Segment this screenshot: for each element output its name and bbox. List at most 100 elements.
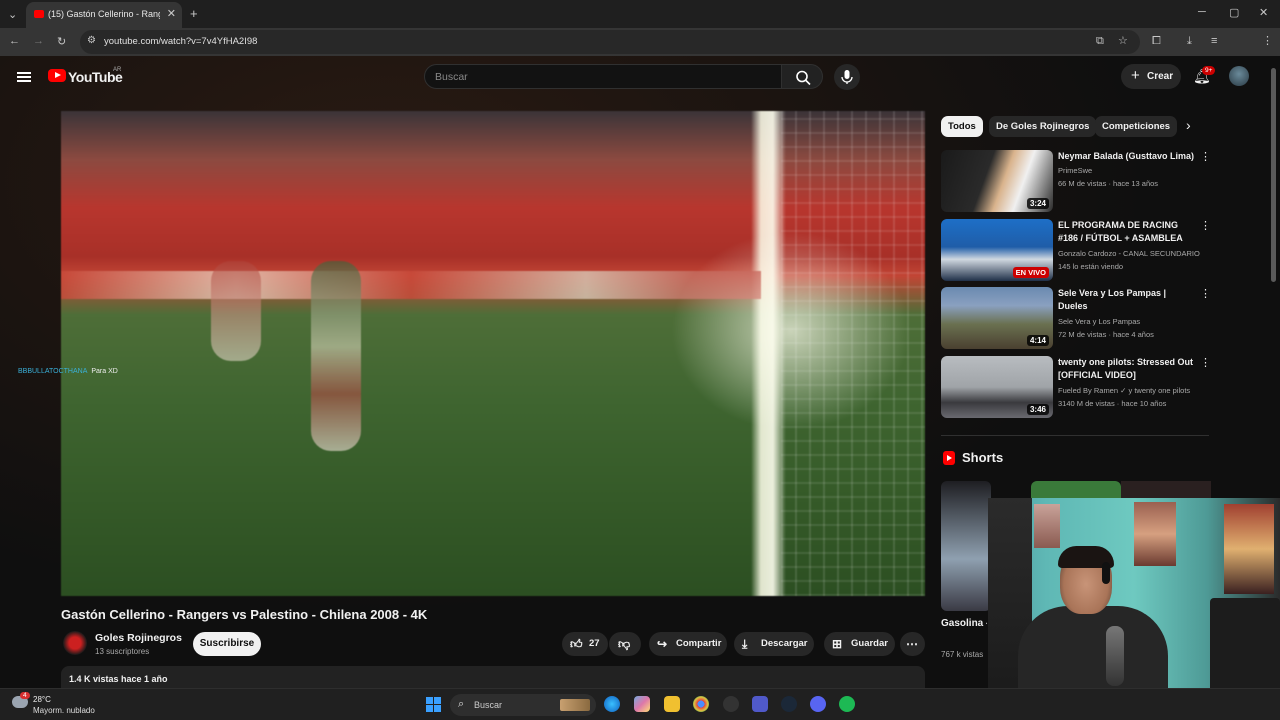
weather-condition[interactable]: Mayorm. nublado [33, 706, 95, 715]
search-icon: ⌕ [458, 698, 465, 710]
shorts-heading: Shorts [962, 450, 1004, 465]
views-and-date: 1.4 K vistas hace 1 año [69, 674, 168, 684]
youtube-logo-icon[interactable] [48, 69, 66, 82]
video-thumbnail[interactable]: 3:24 [941, 150, 1053, 212]
video-duration: 3:46 [1026, 404, 1049, 415]
windows-start-icon[interactable] [426, 697, 441, 712]
steam-icon[interactable] [781, 696, 797, 712]
bookmark-star-icon[interactable]: ☆ [1118, 34, 1128, 47]
copilot-icon[interactable] [634, 696, 650, 712]
player-figure [311, 261, 361, 451]
url-bar[interactable]: ⚙ youtube.com/watch?v=7v4YfHA2I98 ⧉ ☆ [80, 30, 1140, 54]
create-button[interactable]: + Crear [1121, 64, 1181, 89]
video-thumbnail[interactable]: EN VIVO [941, 219, 1053, 281]
create-label: Crear [1147, 71, 1174, 82]
extensions-icon[interactable]: ⧠ [1152, 35, 1161, 48]
video-thumbnail[interactable]: 3:46 [941, 356, 1053, 418]
short-title[interactable]: Gasolina - Dance Sta [941, 617, 987, 631]
close-tab-icon[interactable]: ✕ [167, 7, 176, 20]
new-tab-icon[interactable]: + [190, 6, 198, 21]
goal-net [781, 111, 925, 596]
recommendation-item[interactable]: 3:24 Neymar Balada (Gusttavo Lima) Prime… [941, 150, 1216, 212]
wall-poster [1134, 502, 1176, 566]
save-button[interactable]: ⊞ Guardar [824, 632, 895, 656]
weather-temperature[interactable]: 28°C [33, 695, 51, 704]
search-input[interactable]: Buscar [424, 64, 782, 89]
headset [1102, 562, 1110, 584]
more-actions-button[interactable]: ⋯ [900, 632, 925, 656]
like-button[interactable]: 👍︎ 27 [562, 632, 608, 656]
forward-icon[interactable]: → [33, 35, 44, 47]
rec-menu-icon[interactable]: ⋮ [1200, 356, 1211, 369]
rec-title[interactable]: EL PROGRAMA DE RACING #186 / FÚTBOL + AS… [1058, 219, 1198, 245]
rec-channel[interactable]: Sele Vera y Los Pampas [1058, 317, 1140, 326]
rec-title[interactable]: Sele Vera y Los Pampas | Dueles [1058, 287, 1198, 313]
save-label: Guardar [851, 638, 888, 649]
search-placeholder: Buscar [435, 71, 468, 83]
spotify-icon[interactable] [839, 696, 855, 712]
search-button[interactable] [781, 64, 823, 89]
download-icon: ⤓ [742, 637, 748, 651]
account-avatar[interactable] [1229, 66, 1249, 86]
rec-menu-icon[interactable]: ⋮ [1200, 287, 1211, 300]
chrome-icon[interactable] [693, 696, 709, 712]
hamburger-menu-icon[interactable] [17, 72, 31, 82]
discord-icon[interactable] [810, 696, 826, 712]
downloads-icon[interactable]: ⤓ [1187, 35, 1192, 48]
video-thumbnail[interactable]: 4:14 [941, 287, 1053, 349]
chip-de-goles-rojinegros[interactable]: De Goles Rojinegros [989, 116, 1097, 137]
menu-kebab-icon[interactable]: ⋮ [1262, 34, 1273, 47]
rec-channel[interactable]: Gonzalo Cardozo - CANAL SECUNDARIO [1058, 249, 1200, 258]
chip-competiciones[interactable]: Competiciones [1095, 116, 1178, 137]
browser-tab-bar: ⌄ (15) Gastón Cellerino - Rangers ✕ + ─ … [0, 0, 1280, 28]
rec-menu-icon[interactable]: ⋮ [1200, 150, 1211, 163]
recommendation-item[interactable]: 4:14 Sele Vera y Los Pampas | Dueles Sel… [941, 287, 1216, 349]
reading-list-icon[interactable]: ≡ [1211, 35, 1217, 47]
rec-menu-icon[interactable]: ⋮ [1200, 219, 1211, 232]
rec-title[interactable]: Neymar Balada (Gusttavo Lima) [1058, 150, 1198, 163]
tab-list-icon[interactable]: ⌄ [8, 8, 17, 21]
subscribe-button[interactable]: Suscribirse [193, 632, 261, 656]
recommendation-item[interactable]: 3:46 twenty one pilots: Stressed Out [OF… [941, 356, 1216, 418]
taskbar-search-placeholder: Buscar [474, 700, 503, 710]
short-thumbnail[interactable] [941, 481, 991, 611]
share-button[interactable]: ↪ Compartir [649, 632, 727, 656]
teams-icon[interactable] [752, 696, 768, 712]
close-window-icon[interactable]: ✕ [1259, 6, 1268, 19]
share-label: Compartir [676, 638, 722, 649]
install-app-icon[interactable]: ⧉ [1096, 35, 1104, 48]
site-info-icon[interactable]: ⚙ [87, 35, 96, 46]
video-duration: 4:14 [1026, 335, 1049, 346]
app-icon[interactable] [723, 696, 739, 712]
wall-poster [1034, 504, 1060, 548]
youtube-favicon-icon [34, 10, 44, 18]
voice-search-button[interactable] [834, 64, 860, 90]
plus-icon: + [1131, 67, 1140, 84]
page-scrollbar[interactable] [1271, 68, 1276, 282]
edge-icon[interactable] [604, 696, 620, 712]
recommendation-item[interactable]: EN VIVO EL PROGRAMA DE RACING #186 / FÚT… [941, 219, 1216, 281]
file-explorer-icon[interactable] [664, 696, 680, 712]
channel-name[interactable]: Goles Rojinegros [95, 632, 182, 644]
thumbs-up-icon: 👍︎ [570, 637, 583, 651]
reload-icon[interactable]: ↻ [57, 35, 66, 48]
back-icon[interactable]: ← [9, 35, 20, 47]
download-button[interactable]: ⤓ Descargar [734, 632, 814, 656]
rec-title[interactable]: twenty one pilots: Stressed Out [OFFICIA… [1058, 356, 1198, 382]
chip-todos[interactable]: Todos [941, 116, 983, 137]
tab-title: (15) Gastón Cellerino - Rangers [48, 9, 160, 19]
windows-taskbar: 4 28°C Mayorm. nublado ⌕ Buscar [0, 688, 1280, 720]
shorts-icon [943, 451, 955, 465]
minimize-icon[interactable]: ─ [1198, 6, 1206, 18]
chevron-right-icon[interactable]: › [1186, 117, 1191, 133]
rec-channel[interactable]: Fueled By Ramen ✓ y twenty one pilots [1058, 386, 1190, 395]
browser-tab[interactable]: (15) Gastón Cellerino - Rangers ✕ [26, 2, 182, 28]
rec-channel[interactable]: PrimeSwe [1058, 166, 1092, 175]
video-player[interactable] [61, 111, 925, 596]
dislike-button[interactable]: 👎︎ [609, 632, 641, 656]
chat-message: Para XD [91, 368, 118, 375]
section-divider [941, 435, 1209, 436]
channel-avatar[interactable] [63, 631, 87, 655]
taskbar-search[interactable]: ⌕ Buscar [450, 694, 596, 716]
maximize-icon[interactable]: ▢ [1229, 6, 1239, 19]
